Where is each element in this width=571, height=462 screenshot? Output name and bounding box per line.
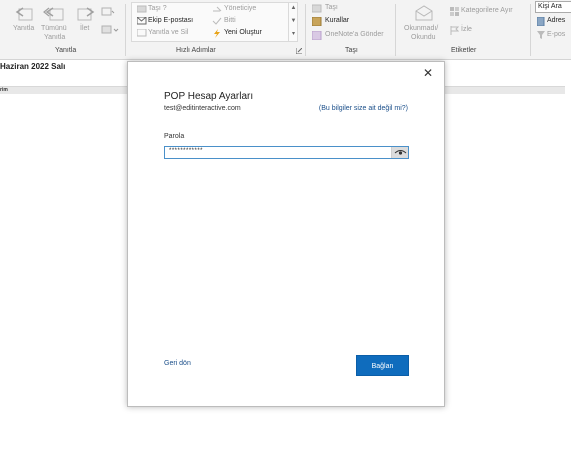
address-book-icon — [537, 17, 545, 26]
forward-button[interactable]: İlet — [80, 25, 89, 32]
not-you-link[interactable]: (Bu bilgiler size ait değil mi?) — [319, 105, 408, 112]
rules-icon — [312, 17, 322, 26]
forward-icon — [213, 6, 222, 12]
group-divider — [530, 4, 531, 56]
quick-step-done[interactable]: Bitti — [224, 17, 236, 24]
flag-icon — [450, 26, 459, 35]
address-book-button[interactable]: Adres — [547, 17, 565, 24]
more-icon[interactable] — [101, 7, 115, 17]
reply-delete-icon — [137, 29, 147, 37]
quick-step-create-new[interactable]: Yeni Oluştur — [224, 29, 262, 36]
quick-step-team-email[interactable]: Ekip E-postası — [148, 17, 193, 24]
outlook-window: Yanıtla Tümünü Yanıtla İlet Yanıtla ▲ ▼ ▾ — [0, 0, 571, 462]
reply-group-label: Yanıtla — [55, 47, 77, 54]
move-button[interactable]: Taşı — [325, 4, 338, 11]
checkmark-icon — [212, 17, 222, 25]
onenote-button[interactable]: OneNote'a Gönder — [325, 31, 384, 38]
account-email: test@editinteractive.com — [164, 105, 241, 112]
quick-steps-group-label: Hızlı Adımlar — [176, 47, 216, 54]
quick-step-reply-delete[interactable]: Yanıtla ve Sil — [148, 29, 188, 36]
filter-icon — [537, 31, 545, 39]
move-group-label: Taşı — [345, 47, 358, 54]
calendar-row-label: rim — [0, 87, 8, 93]
tag-icon — [450, 7, 459, 16]
follow-up-button[interactable]: İzle — [461, 26, 472, 33]
reply-icon[interactable] — [14, 5, 34, 23]
password-value: ************ — [169, 148, 204, 154]
close-icon[interactable]: ✕ — [422, 67, 434, 79]
group-divider — [125, 4, 126, 56]
date-heading: Haziran 2022 Salı — [0, 62, 66, 71]
onenote-icon — [312, 31, 322, 40]
eye-icon — [394, 150, 407, 155]
envelope-icon[interactable] — [415, 5, 433, 21]
more-icon[interactable] — [101, 25, 119, 35]
connect-button[interactable]: Bağlan — [356, 355, 409, 376]
tags-group-label: Etiketler — [451, 47, 477, 54]
quick-steps-scrollbar[interactable]: ▲ ▼ ▾ — [288, 2, 298, 42]
reply-all-icon[interactable] — [43, 5, 65, 23]
team-email-icon — [137, 17, 147, 25]
search-people-input[interactable]: Kişi Ara — [535, 1, 571, 13]
folder-icon — [137, 5, 147, 13]
rules-button[interactable]: Kurallar — [325, 17, 349, 24]
move-icon — [312, 4, 322, 13]
dialog-title: POP Hesap Ayarları — [164, 91, 254, 102]
group-divider — [305, 4, 306, 56]
filter-email-button[interactable]: E-pos — [547, 31, 565, 38]
quick-step-move[interactable]: Taşı ? — [148, 5, 167, 12]
forward-icon[interactable] — [76, 5, 96, 23]
read-unread-button-line1[interactable]: Okunmadı/ — [404, 25, 438, 32]
dialog-launcher-icon[interactable] — [296, 48, 302, 54]
password-field[interactable]: ************ — [164, 146, 409, 159]
quick-step-manager[interactable]: Yöneticiye — [224, 5, 256, 12]
reply-all-button-line1[interactable]: Tümünü — [41, 25, 67, 32]
categorize-button[interactable]: Kategorilere Ayır — [461, 7, 513, 14]
password-label: Parola — [164, 133, 185, 140]
group-divider — [395, 4, 396, 56]
lightning-icon — [214, 29, 220, 38]
reveal-password-button[interactable] — [391, 147, 408, 158]
pop-account-settings-dialog: ✕ POP Hesap Ayarları test@editinteractiv… — [127, 61, 445, 407]
reply-all-button-line2[interactable]: Yanıtla — [44, 34, 65, 41]
ribbon: Yanıtla Tümünü Yanıtla İlet Yanıtla ▲ ▼ ▾ — [0, 0, 571, 60]
back-link[interactable]: Geri dön — [164, 360, 191, 367]
reply-button[interactable]: Yanıtla — [13, 25, 34, 32]
read-unread-button-line2[interactable]: Okundu — [411, 34, 436, 41]
